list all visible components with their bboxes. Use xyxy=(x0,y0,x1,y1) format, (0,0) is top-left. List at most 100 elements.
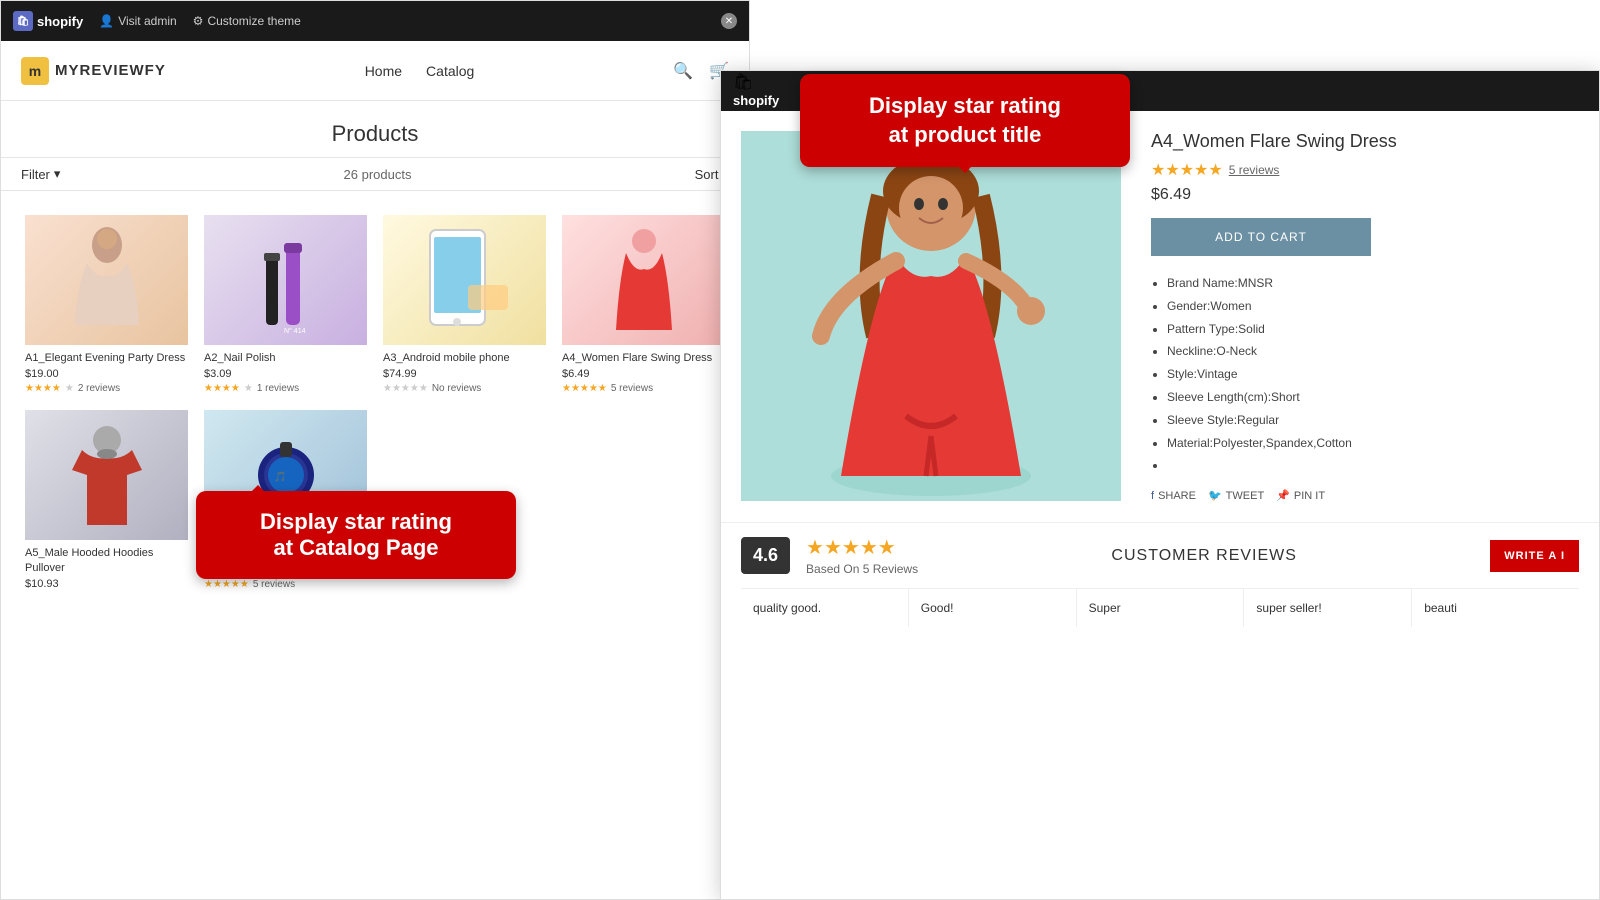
stars-row: ★★★★★ 2 reviews xyxy=(25,383,188,394)
admin-icon: 👤 xyxy=(99,14,114,28)
product-price: $6.49 xyxy=(562,368,725,380)
share-label: SHARE xyxy=(1158,490,1196,502)
review-card: quality good. xyxy=(741,589,909,627)
nav-home[interactable]: Home xyxy=(365,63,402,79)
product-name: A4_Women Flare Swing Dress xyxy=(562,351,725,365)
list-item[interactable]: A1_Elegant Evening Party Dress $19.00 ★★… xyxy=(17,207,196,402)
product-image: 609 N° 414 xyxy=(204,215,367,345)
product-image xyxy=(562,215,725,345)
nav-catalog[interactable]: Catalog xyxy=(426,63,474,79)
tweet-label: TWEET xyxy=(1226,490,1265,502)
callout-product-line2: at product title xyxy=(824,121,1106,150)
product-detail-name: A4_Women Flare Swing Dress xyxy=(1151,131,1579,152)
product-name: A1_Elegant Evening Party Dress xyxy=(25,351,188,365)
customize-theme-link[interactable]: ⚙ Customize theme xyxy=(193,14,301,28)
write-ai-button[interactable]: WRITE A I xyxy=(1490,540,1579,572)
reviews-link[interactable]: 5 reviews xyxy=(1229,163,1280,177)
product-detail-price: $6.49 xyxy=(1151,186,1579,204)
product-price: $3.09 xyxy=(204,368,367,380)
spec-brand: Brand Name:MNSR xyxy=(1167,272,1579,295)
customer-reviews-title: CUSTOMER REVIEWS xyxy=(934,547,1474,565)
product-name: A3_Android mobile phone xyxy=(383,351,546,365)
product-image xyxy=(383,215,546,345)
sort-label: Sort xyxy=(695,167,719,182)
product-name: A2_Nail Polish xyxy=(204,351,367,365)
pinterest-share-button[interactable]: 📌 PIN IT xyxy=(1276,489,1325,502)
store-nav: Home Catalog xyxy=(365,63,475,79)
pinterest-icon: 📌 xyxy=(1276,489,1290,502)
product-price: $74.99 xyxy=(383,368,546,380)
product-image xyxy=(25,410,188,540)
add-to-cart-button[interactable]: ADD TO CART xyxy=(1151,218,1371,256)
rating-stars-block: ★★★★★ Based On 5 Reviews xyxy=(806,535,918,576)
spec-style: Style:Vintage xyxy=(1167,363,1579,386)
callout-product-title: Display star rating at product title xyxy=(800,74,1130,167)
star-rating: ★★★★ xyxy=(25,383,61,394)
store-header: m MYREVIEWFY Home Catalog 🔍 🛒 xyxy=(1,41,749,101)
shopify-bag-icon: 🛍 xyxy=(13,11,33,31)
rating-badge: 4.6 xyxy=(741,537,790,574)
star-rating: ★★★★★ xyxy=(204,579,249,590)
svg-text:🎵: 🎵 xyxy=(274,471,286,483)
gear-icon: ⚙ xyxy=(193,14,204,28)
product-detail: A4_Women Flare Swing Dress ★★★★★ 5 revie… xyxy=(721,111,1599,522)
filter-button[interactable]: Filter ▾ xyxy=(21,166,60,182)
star-rating: ★★★★★ xyxy=(562,383,607,394)
review-count: 2 reviews xyxy=(78,383,120,394)
visit-admin-link[interactable]: 👤 Visit admin xyxy=(99,14,176,28)
social-share: f SHARE 🐦 TWEET 📌 PIN IT xyxy=(1151,489,1579,502)
products-title: Products xyxy=(1,101,749,157)
star-rating: ★★★★★ xyxy=(383,383,428,394)
product-image xyxy=(25,215,188,345)
products-count: 26 products xyxy=(60,167,694,182)
filter-label: Filter xyxy=(21,167,50,182)
review-count: 5 reviews xyxy=(253,579,295,590)
product-price: $19.00 xyxy=(25,368,188,380)
star-rating: ★★★★ xyxy=(204,383,240,394)
review-card: Super xyxy=(1077,589,1245,627)
stars-row: ★★★★★ No reviews xyxy=(383,383,546,394)
based-on-text: Based On 5 Reviews xyxy=(806,562,918,576)
facebook-share-button[interactable]: f SHARE xyxy=(1151,490,1196,502)
product-detail-image xyxy=(741,131,1121,501)
review-card: beauti xyxy=(1412,589,1579,627)
list-item[interactable]: A4_Women Flare Swing Dress $6.49 ★★★★★ 5… xyxy=(554,207,733,402)
store-name: MYREVIEWFY xyxy=(55,62,166,79)
rating-stars-big: ★★★★★ xyxy=(806,535,918,560)
shopify-admin-bar: 🛍 shopify 👤 Visit admin ⚙ Customize them… xyxy=(1,1,749,41)
spec-sleeve-length: Sleeve Length(cm):Short xyxy=(1167,386,1579,409)
list-item[interactable]: A3_Android mobile phone $74.99 ★★★★★ No … xyxy=(375,207,554,402)
callout-catalog-line1: Display star rating xyxy=(220,509,492,535)
right-shopify-text: shopify xyxy=(733,93,779,108)
right-shopify-logo: 🛍 shopify xyxy=(733,72,779,110)
spec-material: Material:Polyester,Spandex,Cotton xyxy=(1167,432,1579,455)
product-name: A5_Male Hooded Hoodies Pullover xyxy=(25,546,188,575)
spec-neckline: Neckline:O-Neck xyxy=(1167,340,1579,363)
shopify-logo: 🛍 shopify xyxy=(13,11,83,31)
stars-row: ★★★★★ 5 reviews xyxy=(562,383,725,394)
reviews-header: 4.6 ★★★★★ Based On 5 Reviews CUSTOMER RE… xyxy=(741,535,1579,576)
callout-catalog-line2: at Catalog Page xyxy=(220,535,492,561)
search-icon[interactable]: 🔍 xyxy=(673,61,693,81)
right-panel: 🛍 shopify m MY xyxy=(720,70,1600,900)
pin-label: PIN IT xyxy=(1294,490,1325,502)
stars-row: ★★★★★ 1 reviews xyxy=(204,383,367,394)
store-logo[interactable]: m MYREVIEWFY xyxy=(21,57,166,85)
callout-product-line1: Display star rating xyxy=(824,92,1106,121)
spec-extra xyxy=(1167,454,1579,477)
list-item[interactable]: 609 N° 414 A2_Nail Polish $3.09 ★★★★★ 1 … xyxy=(196,207,375,402)
product-specs: Brand Name:MNSR Gender:Women Pattern Typ… xyxy=(1151,272,1579,477)
twitter-share-button[interactable]: 🐦 TWEET xyxy=(1208,489,1264,502)
close-button[interactable]: ✕ xyxy=(721,13,737,29)
callout-catalog: Display star rating at Catalog Page xyxy=(196,491,516,579)
right-shopify-bag-icon: 🛍 xyxy=(733,72,779,92)
list-item[interactable]: A5_Male Hooded Hoodies Pullover $10.93 xyxy=(17,402,196,598)
review-card: super seller! xyxy=(1244,589,1412,627)
reviews-section: 4.6 ★★★★★ Based On 5 Reviews CUSTOMER RE… xyxy=(721,522,1599,639)
review-count: 1 reviews xyxy=(257,383,299,394)
review-count: No reviews xyxy=(432,383,481,394)
stars-row: ★★★★★ 5 reviews xyxy=(204,579,367,590)
left-panel: 🛍 shopify 👤 Visit admin ⚙ Customize them… xyxy=(0,0,750,900)
review-cards: quality good. Good! Super super seller! … xyxy=(741,588,1579,627)
spec-gender: Gender:Women xyxy=(1167,295,1579,318)
